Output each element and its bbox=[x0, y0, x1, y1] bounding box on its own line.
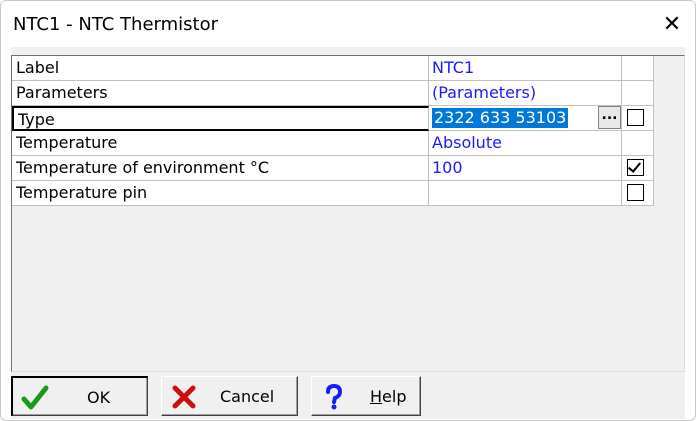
type-checkbox[interactable] bbox=[627, 109, 644, 126]
property-row-label[interactable]: Label NTC1 bbox=[12, 56, 684, 81]
title-bar: NTC1 - NTC Thermistor ✕ bbox=[1, 1, 695, 47]
property-row-type[interactable]: Type 2322 633 53103 ... bbox=[12, 106, 684, 131]
property-checkbox-cell bbox=[622, 81, 654, 106]
ellipsis-button[interactable]: ... bbox=[598, 106, 621, 129]
x-icon bbox=[172, 385, 196, 409]
property-value[interactable]: Absolute bbox=[429, 131, 622, 156]
temperature-pin-checkbox[interactable] bbox=[627, 184, 644, 201]
ok-label: OK bbox=[87, 388, 111, 407]
property-name: Parameters bbox=[12, 81, 429, 106]
dialog-window: NTC1 - NTC Thermistor ✕ Label NTC1 Param… bbox=[0, 0, 696, 421]
property-checkbox-cell bbox=[622, 181, 654, 206]
cancel-label: Cancel bbox=[220, 387, 275, 406]
type-value-selected[interactable]: 2322 633 53103 bbox=[432, 108, 569, 128]
property-value[interactable]: NTC1 bbox=[429, 56, 622, 81]
property-checkbox-cell bbox=[622, 56, 654, 81]
property-value[interactable] bbox=[429, 181, 622, 206]
question-icon bbox=[326, 383, 343, 410]
cancel-button[interactable]: Cancel bbox=[161, 376, 298, 416]
property-value[interactable]: (Parameters) bbox=[429, 81, 622, 106]
property-value[interactable]: 100 bbox=[429, 156, 622, 181]
property-value-editor[interactable]: 2322 633 53103 ... bbox=[429, 106, 622, 131]
property-name: Temperature bbox=[12, 131, 429, 156]
button-bar: OK Cancel Help bbox=[11, 373, 685, 419]
property-row-temperature[interactable]: Temperature Absolute bbox=[12, 131, 684, 156]
property-row-parameters[interactable]: Parameters (Parameters) bbox=[12, 81, 684, 106]
property-row-temperature-environment[interactable]: Temperature of environment °C 100 bbox=[12, 156, 684, 181]
help-button[interactable]: Help bbox=[311, 376, 421, 416]
property-grid[interactable]: Label NTC1 Parameters (Parameters) Type … bbox=[11, 55, 685, 372]
dialog-client-area: Label NTC1 Parameters (Parameters) Type … bbox=[11, 47, 685, 419]
window-title: NTC1 - NTC Thermistor bbox=[13, 14, 219, 35]
temperature-environment-checkbox[interactable] bbox=[627, 159, 644, 176]
ok-button[interactable]: OK bbox=[11, 376, 148, 416]
property-name: Type bbox=[12, 106, 429, 131]
help-label-rest: elp bbox=[382, 387, 407, 406]
close-icon[interactable]: ✕ bbox=[649, 1, 695, 47]
property-checkbox-cell bbox=[622, 131, 654, 156]
property-checkbox-cell bbox=[622, 156, 654, 181]
property-checkbox-cell bbox=[622, 106, 654, 131]
property-name: Label bbox=[12, 56, 429, 81]
help-label: Help bbox=[370, 387, 406, 406]
property-name: Temperature of environment °C bbox=[12, 156, 429, 181]
checkmark-icon bbox=[21, 385, 49, 410]
help-label-accelerator: H bbox=[370, 387, 383, 406]
property-name: Temperature pin bbox=[12, 181, 429, 206]
property-row-temperature-pin[interactable]: Temperature pin bbox=[12, 181, 684, 206]
